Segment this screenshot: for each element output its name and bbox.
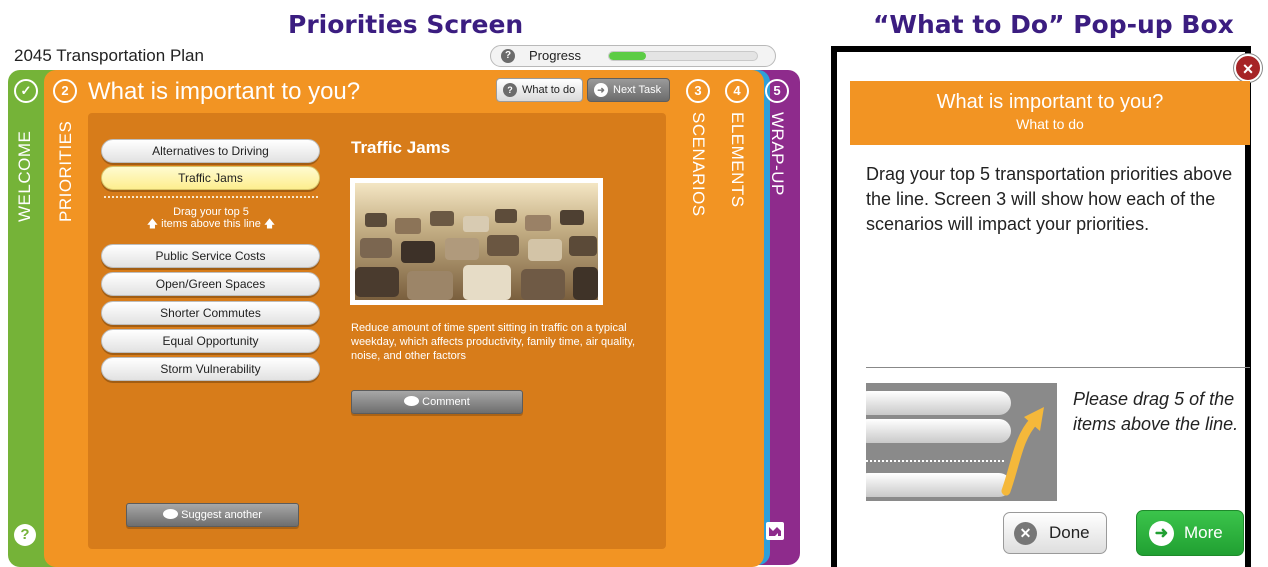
- comment-button[interactable]: Comment: [351, 390, 523, 414]
- brand-logo-icon: [766, 522, 784, 540]
- tab-wrap-up-label: WRAP-UP: [768, 112, 787, 196]
- tab-elements-label: ELEMENTS: [728, 112, 747, 208]
- tab-welcome-label: WELCOME: [15, 130, 34, 222]
- tab-scenarios-label: SCENARIOS: [689, 112, 708, 217]
- priority-item-selected[interactable]: Traffic Jams: [101, 166, 320, 190]
- wrap-up-number: 5: [765, 79, 789, 103]
- priority-item[interactable]: Shorter Commutes: [101, 301, 320, 325]
- traffic-photo: [350, 178, 603, 305]
- priority-item[interactable]: Alternatives to Driving: [101, 139, 320, 163]
- screen-title: What is important to you?: [88, 78, 361, 105]
- comment-label: Comment: [422, 396, 470, 408]
- done-label: Done: [1049, 523, 1090, 542]
- scenarios-number: 3: [686, 79, 710, 103]
- progress-track: [608, 51, 758, 61]
- suggest-another-label: Suggest another: [181, 509, 262, 521]
- help-icon[interactable]: ?: [501, 49, 515, 63]
- priority-item[interactable]: Storm Vulnerability: [101, 357, 320, 381]
- popup-divider: [866, 367, 1250, 368]
- popup-title: What is important to you?: [936, 91, 1164, 113]
- speech-bubble-icon: [404, 396, 420, 406]
- more-button[interactable]: ➜ More: [1136, 510, 1244, 556]
- what-to-do-button[interactable]: ? What to do: [496, 78, 583, 102]
- close-circle-icon: ✕: [1014, 522, 1037, 545]
- progress-label: Progress: [529, 48, 582, 63]
- elements-number: 4: [725, 79, 749, 103]
- popup-heading: “What to Do” Pop-up Box: [873, 10, 1234, 39]
- next-task-label: Next Task: [613, 84, 662, 96]
- detail-description: Reduce amount of time spent sitting in t…: [351, 322, 636, 362]
- progress-indicator: ? Progress: [490, 45, 776, 67]
- priority-item[interactable]: Public Service Costs: [101, 244, 320, 268]
- speech-bubble-icon: [163, 509, 179, 519]
- drag-hint-line2: 🡅 items above this line 🡅: [146, 218, 276, 230]
- done-button[interactable]: ✕ Done: [1003, 512, 1107, 554]
- more-label: More: [1184, 523, 1223, 542]
- tab-priorities-label: PRIORITIES: [56, 120, 75, 222]
- suggest-another-button[interactable]: Suggest another: [126, 503, 299, 527]
- next-task-button[interactable]: ➜ Next Task: [587, 78, 670, 102]
- drag-hint: Drag your top 5 🡅 items above this line …: [104, 206, 318, 230]
- popup-header: What is important to you? What to do: [850, 81, 1250, 145]
- priority-divider-line: [104, 196, 318, 198]
- help-circle-icon[interactable]: ?: [14, 524, 36, 546]
- popup-note: Please drag 5 of the items above the lin…: [1073, 389, 1239, 434]
- popup-instructions: Drag your top 5 transportation prioritie…: [866, 164, 1233, 234]
- drag-hint-line1: Drag your top 5: [173, 206, 249, 218]
- priority-item[interactable]: Equal Opportunity: [101, 329, 320, 353]
- close-icon[interactable]: ×: [1234, 54, 1262, 82]
- arrow-right-icon: ➜: [1149, 521, 1174, 546]
- priority-item[interactable]: Open/Green Spaces: [101, 272, 320, 296]
- detail-title: Traffic Jams: [351, 138, 451, 157]
- priorities-screen-heading: Priorities Screen: [288, 10, 524, 39]
- question-icon: ?: [503, 83, 517, 97]
- popup-subtitle: What to do: [1016, 116, 1084, 132]
- welcome-check-icon: ✓: [14, 79, 38, 103]
- progress-fill: [609, 52, 646, 60]
- priorities-number: 2: [53, 79, 77, 103]
- drag-illustration-icon: [866, 383, 1057, 501]
- what-to-do-label: What to do: [522, 84, 576, 96]
- arrow-right-icon: ➜: [594, 83, 608, 97]
- app-title: 2045 Transportation Plan: [14, 46, 204, 65]
